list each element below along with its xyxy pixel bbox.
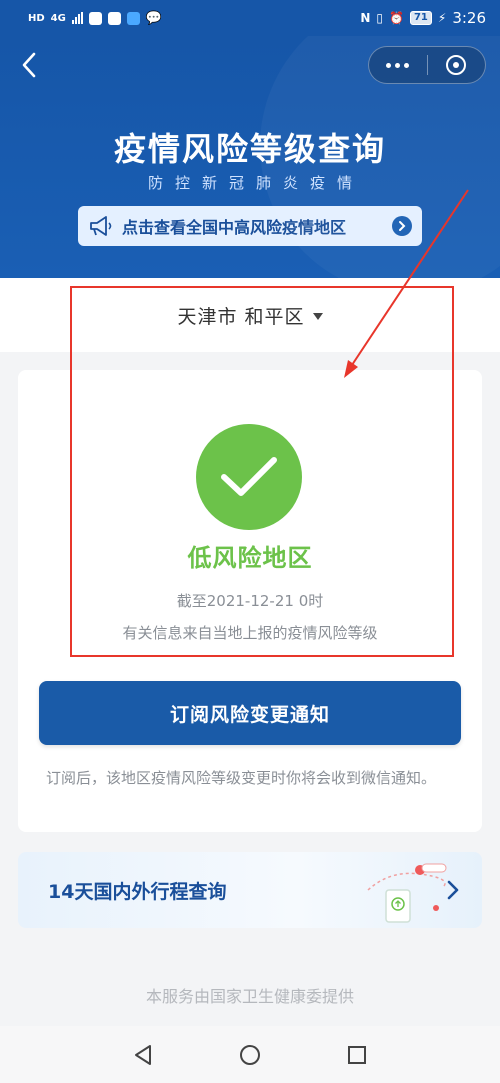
megaphone-icon bbox=[90, 216, 112, 236]
back-button[interactable] bbox=[14, 50, 44, 80]
itinerary-query-label: 14天国内外行程查询 bbox=[48, 880, 227, 903]
more-dots-icon bbox=[386, 62, 410, 68]
target-circle-icon bbox=[446, 55, 467, 75]
cloud-icon bbox=[126, 11, 140, 25]
header: 疫情风险等级查询 防控新冠肺炎疫情 点击查看全国中高风险疫情地区 bbox=[0, 36, 500, 278]
home-circle-icon bbox=[239, 1044, 260, 1065]
region-selector[interactable]: 天津市 和平区 bbox=[0, 278, 500, 352]
system-navigation-bar bbox=[0, 1026, 500, 1083]
as-of-time: 截至2021-12-21 0时 bbox=[176, 592, 324, 610]
status-bar-left: HD 4G 💬 bbox=[28, 11, 162, 26]
selected-region: 天津市 和平区 bbox=[177, 305, 305, 328]
high-risk-areas-link[interactable]: 点击查看全国中高风险疫情地区 bbox=[78, 206, 422, 246]
service-provider-note: 本服务由国家卫生健康委提供 bbox=[145, 987, 354, 1006]
high-risk-areas-text: 点击查看全国中高风险疫情地区 bbox=[122, 218, 347, 237]
qq-icon bbox=[107, 11, 121, 25]
status-bar-right: N ▯ ⏰ 71 ⚡ 3:26 bbox=[360, 9, 486, 27]
chevron-right-icon bbox=[447, 880, 459, 900]
risk-level-label: 低风险地区 bbox=[187, 544, 313, 572]
check-icon bbox=[196, 424, 302, 530]
clock: 3:26 bbox=[452, 9, 486, 27]
alarm-icon: ⏰ bbox=[389, 11, 404, 25]
mini-program-capsule bbox=[368, 46, 486, 84]
more-button[interactable] bbox=[369, 47, 427, 83]
battery-icon: 71 bbox=[409, 11, 432, 25]
chevron-left-icon bbox=[22, 52, 36, 78]
vibrate-icon: ▯ bbox=[376, 11, 383, 25]
nav-recents-button[interactable] bbox=[337, 1035, 377, 1075]
nav-home-button[interactable] bbox=[230, 1035, 270, 1075]
signal-icon bbox=[71, 12, 83, 24]
capsule-divider bbox=[426, 55, 428, 75]
nfc-icon: N bbox=[360, 11, 371, 25]
charging-icon: ⚡ bbox=[437, 11, 447, 25]
itinerary-query-card[interactable]: 14天国内外行程查询 bbox=[18, 852, 482, 928]
recents-square-icon bbox=[347, 1045, 366, 1064]
app-notification-icon bbox=[88, 11, 102, 25]
hd-icon: HD bbox=[28, 12, 45, 24]
back-triangle-icon bbox=[135, 1044, 152, 1065]
risk-result-card: 低风险地区 截至2021-12-21 0时 有关信息来自当地上报的疫情风险等级 … bbox=[18, 370, 482, 832]
source-note: 有关信息来自当地上报的疫情风险等级 bbox=[122, 624, 378, 642]
subscribe-button[interactable]: 订阅风险变更通知 bbox=[39, 681, 461, 745]
close-mini-program-button[interactable] bbox=[428, 47, 486, 83]
page-subtitle: 防控新冠肺炎疫情 bbox=[147, 174, 364, 192]
chevron-right-circle-icon bbox=[392, 216, 412, 236]
nav-back-button[interactable] bbox=[123, 1035, 163, 1075]
page-title: 疫情风险等级查询 bbox=[113, 130, 386, 168]
status-bar: HD 4G 💬 N ▯ ⏰ 71 ⚡ 3:26 bbox=[0, 0, 500, 36]
chat-icon: 💬 bbox=[145, 10, 163, 26]
caret-down-icon bbox=[312, 312, 323, 320]
itinerary-illustration-icon bbox=[367, 863, 447, 923]
network-type: 4G bbox=[50, 12, 66, 24]
subscribe-description: 订阅后，该地区疫情风险等级变更时你将会收到微信通知。 bbox=[46, 769, 437, 787]
